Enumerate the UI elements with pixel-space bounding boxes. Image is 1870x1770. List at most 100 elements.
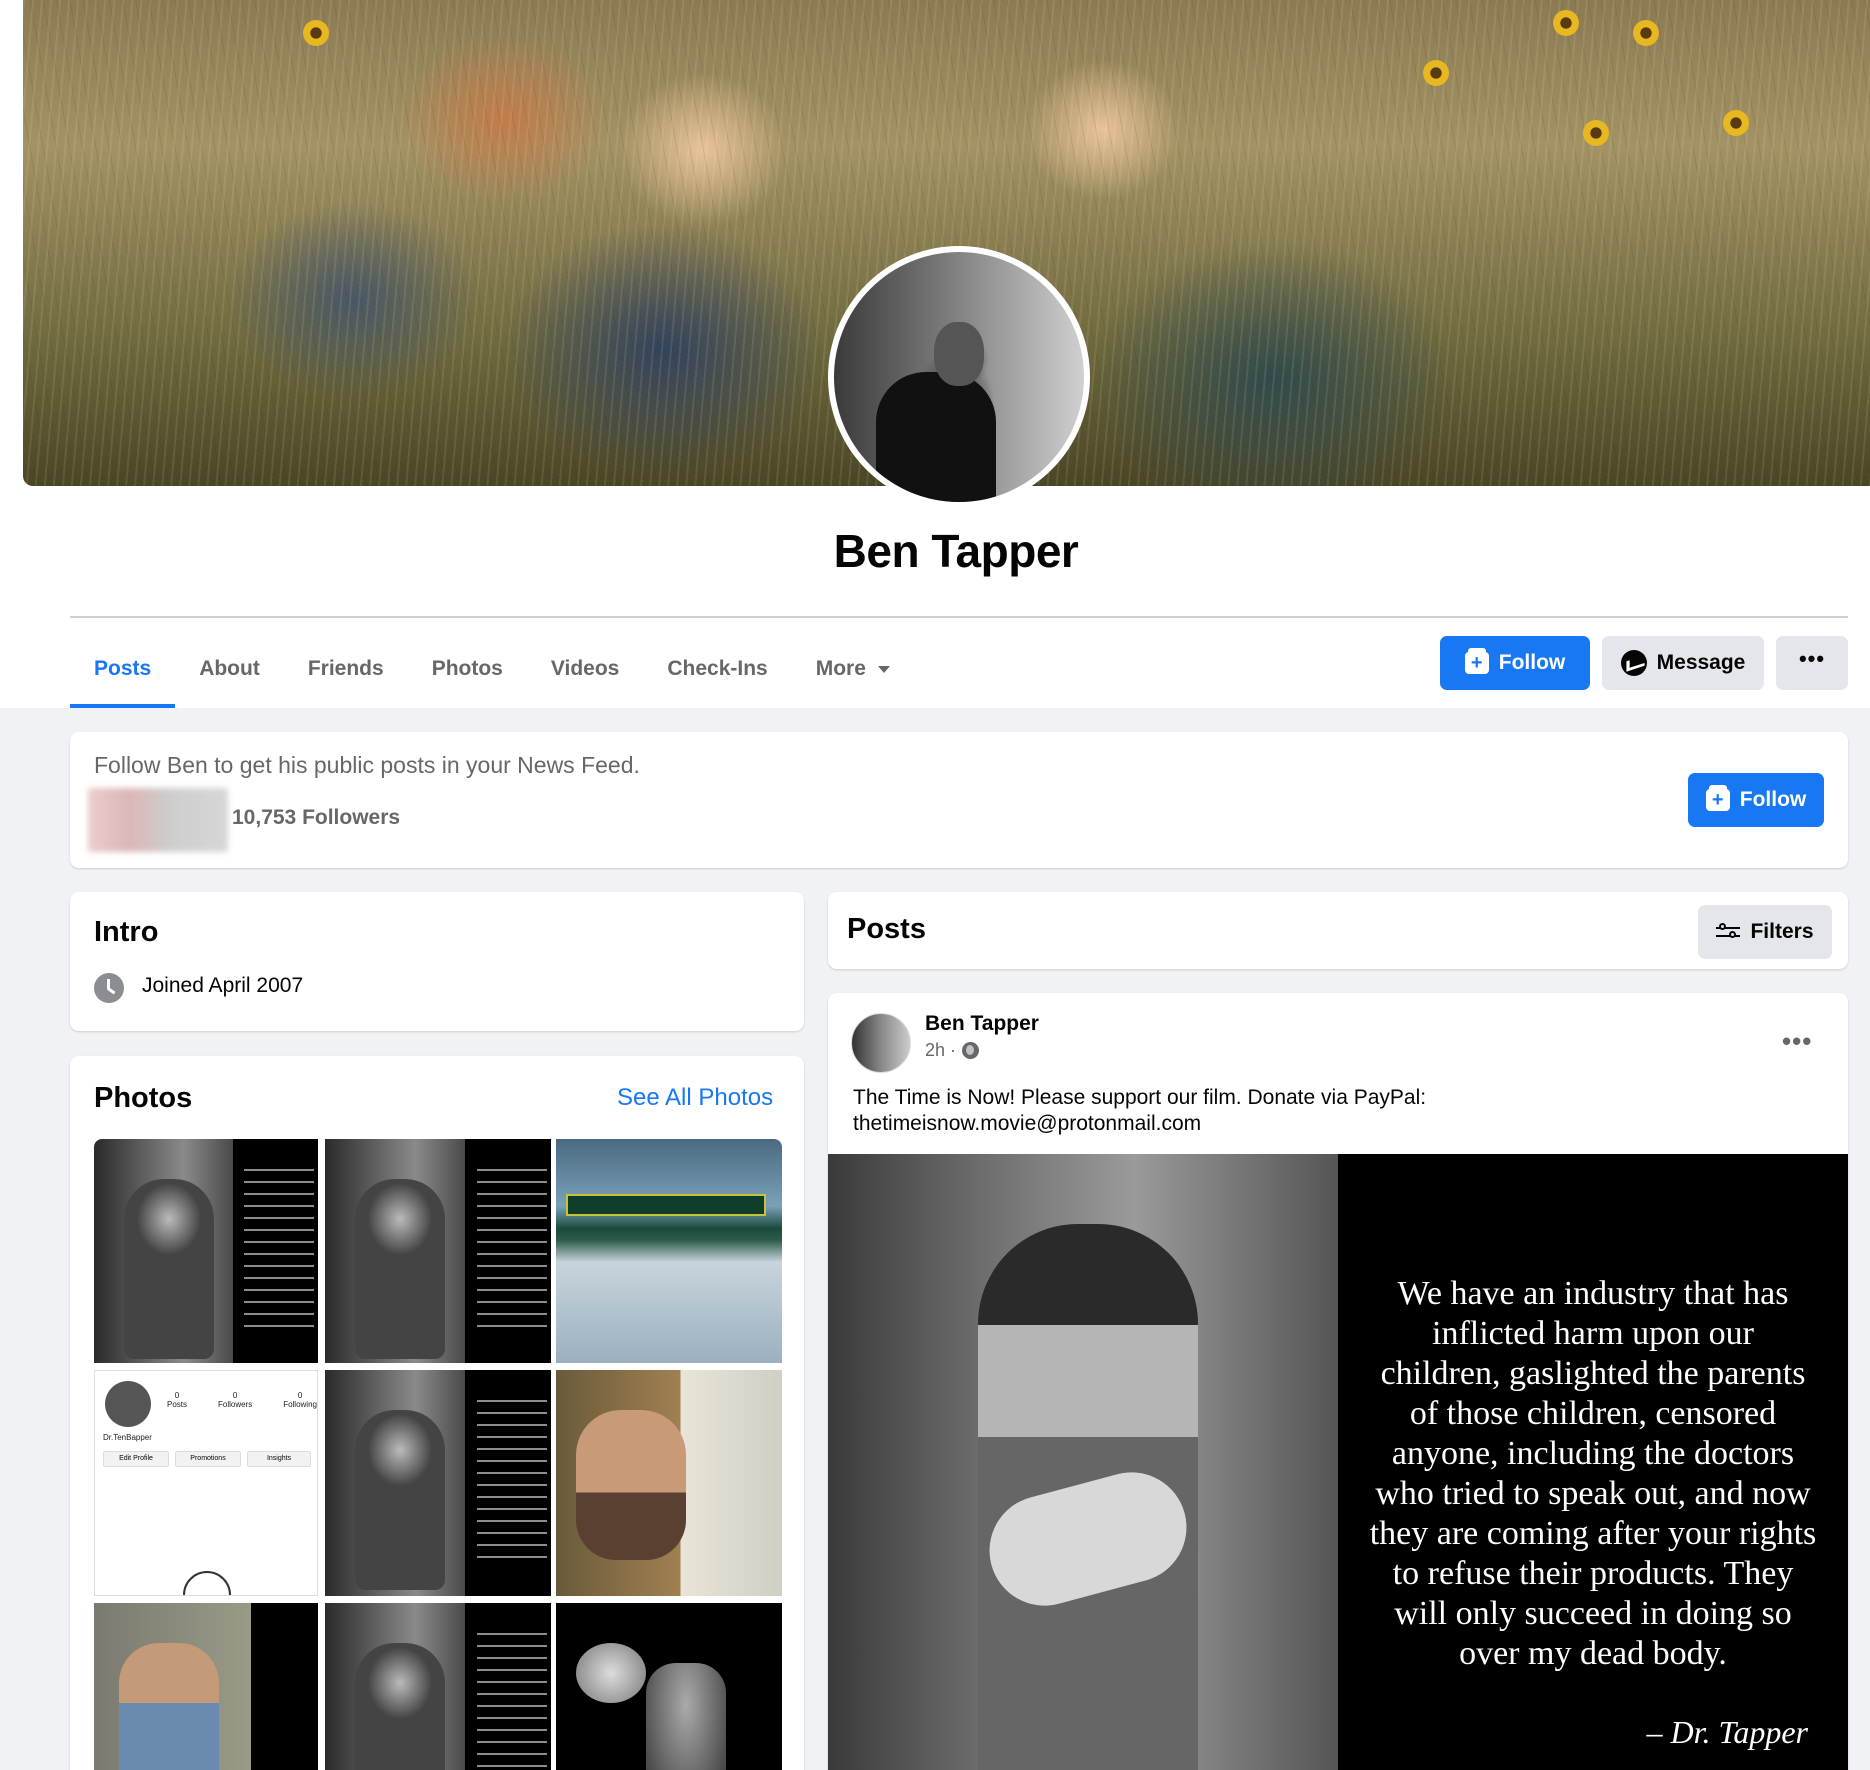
tab-label: Friends	[307, 657, 384, 680]
globe-icon	[962, 1042, 980, 1059]
post-photo	[828, 1154, 1338, 1770]
flower-decoration	[1633, 20, 1659, 46]
post-text: The Time is Now! Please support our film…	[853, 1085, 1813, 1137]
photo-thumbnail[interactable]	[325, 1603, 551, 1770]
insta-stats: 0 Posts 0 Followers 0 Following	[167, 1391, 317, 1409]
photo-quote-text	[477, 1169, 547, 1329]
profile-picture[interactable]	[828, 246, 1090, 508]
post-time-text: 2h ·	[925, 1040, 957, 1060]
followers-count[interactable]: 10,753 Followers	[232, 806, 400, 830]
photo-quote-text	[244, 1169, 314, 1329]
filters-icon	[1716, 923, 1741, 941]
photo-subject	[355, 1410, 445, 1590]
flower-decoration	[1423, 60, 1449, 86]
profile-picture-figure	[876, 372, 996, 502]
tab-check-ins[interactable]: Check-Ins	[643, 630, 791, 708]
insta-stat: 0 Followers	[217, 1391, 253, 1409]
photo-subject	[576, 1410, 686, 1560]
insta-button: Insights	[247, 1451, 311, 1467]
posts-header-card: Posts	[828, 892, 1848, 969]
insta-button: Promotions	[175, 1451, 241, 1467]
messenger-icon	[1620, 650, 1647, 676]
profile-name: Ben Tapper	[833, 525, 1079, 577]
tab-label: Videos	[550, 657, 620, 680]
flower-decoration	[1583, 120, 1609, 146]
post-quote: We have an industry that has inflicted h…	[1369, 1275, 1817, 1672]
follow-button[interactable]: Follow	[1440, 636, 1590, 690]
tab-more[interactable]: More	[792, 630, 914, 708]
profile-tabs: Posts About Friends Photos Videos Check-…	[70, 630, 914, 708]
photo-thumbnail[interactable]	[325, 1370, 551, 1596]
photo-quote-text	[477, 1400, 547, 1560]
photo-thumbnail[interactable]	[94, 1603, 318, 1770]
insta-avatar	[105, 1381, 151, 1427]
follow-banner: Follow Ben to get his public posts in yo…	[70, 732, 1848, 868]
profile-picture-head	[934, 322, 984, 386]
profile-header: Ben Tapper Posts About Friends Photos Vi…	[0, 0, 1870, 708]
follow-plus-icon	[1705, 785, 1730, 811]
follow-banner-text: Follow Ben to get his public posts in yo…	[94, 752, 640, 778]
more-options-button[interactable]: •••	[1776, 636, 1848, 690]
intro-title: Intro	[94, 916, 159, 948]
tab-label: Photos	[431, 657, 503, 680]
photo-subject	[646, 1663, 726, 1770]
flower-decoration	[1723, 110, 1749, 136]
filters-button[interactable]: Filters	[1698, 905, 1832, 959]
insta-handle: Dr.TenBapper	[103, 1433, 152, 1442]
post-text-line: thetimeisnow.movie@protonmail.com	[853, 1112, 1202, 1135]
tab-photos[interactable]: Photos	[408, 630, 527, 708]
tab-posts[interactable]: Posts	[70, 630, 176, 708]
photo-thumbnail[interactable]	[556, 1139, 782, 1363]
photo-subject	[355, 1179, 445, 1359]
message-button[interactable]: Message	[1602, 636, 1764, 690]
insta-button: Edit Profile	[103, 1451, 169, 1467]
post-timestamp[interactable]: 2h ·	[925, 1040, 980, 1061]
tab-label: Posts	[94, 657, 152, 680]
intro-card: Intro Joined April 2007	[70, 892, 804, 1031]
photo-thumbnail[interactable]	[556, 1370, 782, 1596]
follow-button-label: Follow	[1498, 651, 1566, 674]
tab-friends[interactable]: Friends	[284, 630, 408, 708]
post-text-line: The Time is Now! Please support our film…	[853, 1086, 1427, 1109]
banner-follow-label: Follow	[1739, 788, 1807, 811]
post-author-name[interactable]: Ben Tapper	[925, 1012, 1039, 1036]
insta-stat: 0 Following	[283, 1391, 317, 1409]
caret-down-icon	[877, 665, 890, 673]
camera-icon	[183, 1571, 231, 1595]
photo-subject	[119, 1643, 219, 1770]
photo-airport-sign	[566, 1194, 766, 1216]
tab-label: More	[815, 657, 866, 680]
post-author-avatar[interactable]	[851, 1013, 911, 1073]
post-signature: – Dr. Tapper	[1646, 1714, 1808, 1750]
photo-cat	[576, 1643, 646, 1703]
photo-subject	[355, 1643, 445, 1770]
tab-label: Check-Ins	[667, 657, 768, 680]
photos-title: Photos	[94, 1082, 193, 1114]
banner-follow-button[interactable]: Follow	[1688, 773, 1824, 827]
photo-subject	[124, 1179, 214, 1359]
see-all-photos-link[interactable]: See All Photos	[617, 1084, 773, 1112]
tab-about[interactable]: About	[175, 630, 284, 708]
photo-thumbnail[interactable]	[94, 1139, 318, 1363]
posts-title: Posts	[847, 913, 926, 945]
header-divider	[70, 616, 1848, 618]
flower-decoration	[303, 20, 329, 46]
photo-grid: 0 Posts 0 Followers 0 Following Dr.TenBappe…	[94, 1139, 782, 1770]
message-button-label: Message	[1656, 651, 1746, 674]
more-dots-icon: •••	[1798, 646, 1826, 671]
post-image[interactable]: We have an industry that has inflicted h…	[828, 1154, 1848, 1770]
tab-videos[interactable]: Videos	[527, 630, 643, 708]
tab-label: About	[199, 657, 260, 680]
photo-thumbnail[interactable]	[556, 1603, 782, 1770]
filters-label: Filters	[1750, 920, 1814, 943]
photo-thumbnail[interactable]	[325, 1139, 551, 1363]
post-options-icon[interactable]: •••	[1782, 1028, 1812, 1054]
photo-quote-text	[477, 1633, 547, 1770]
joined-date: Joined April 2007	[142, 974, 304, 997]
photo-thumbnail[interactable]: 0 Posts 0 Followers 0 Following Dr.TenBappe…	[94, 1370, 318, 1596]
flower-decoration	[1553, 10, 1579, 36]
follower-avatars[interactable]	[88, 788, 228, 852]
clock-icon	[94, 973, 124, 1003]
follow-plus-icon	[1464, 648, 1489, 674]
insta-stat: 0 Posts	[167, 1391, 188, 1409]
